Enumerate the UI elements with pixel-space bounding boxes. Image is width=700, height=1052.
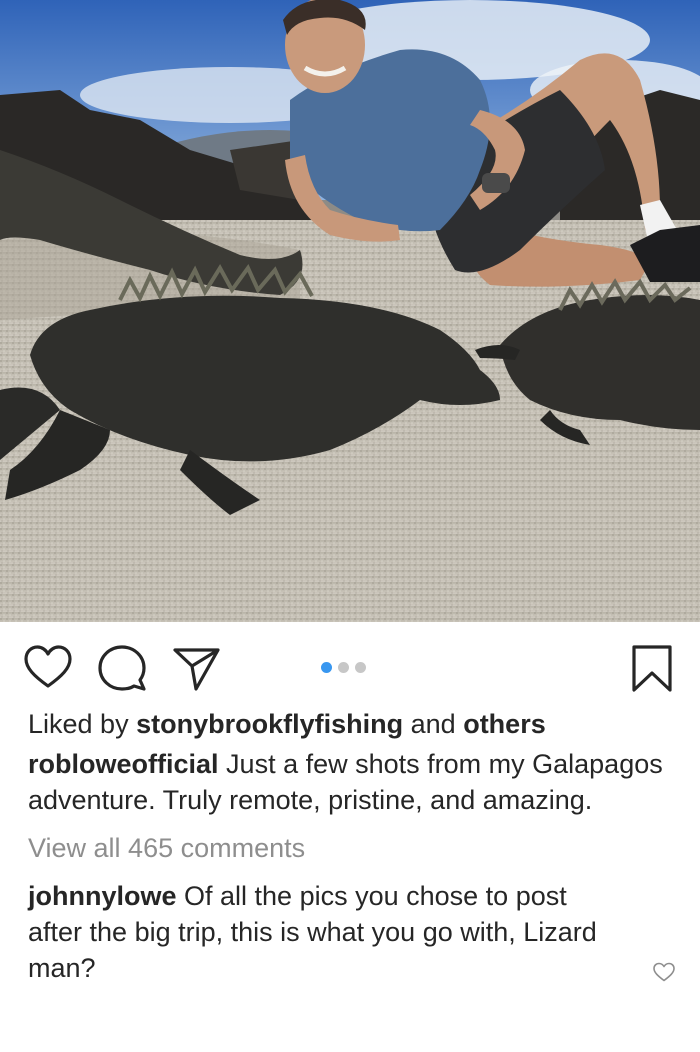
- carousel-indicator: [321, 660, 366, 674]
- view-all-comments-link[interactable]: View all 465 comments: [28, 830, 668, 866]
- post-caption: robloweofficial Just a few shots from my…: [28, 746, 668, 818]
- carousel-dot-active: [321, 661, 332, 673]
- likes-prefix: Liked by: [28, 709, 129, 739]
- paper-plane-icon[interactable]: [170, 642, 222, 694]
- heart-icon[interactable]: [22, 642, 74, 694]
- caption-username[interactable]: robloweofficial: [28, 749, 219, 779]
- likes-connector: and: [410, 709, 456, 739]
- post-image[interactable]: [0, 0, 700, 622]
- bookmark-icon[interactable]: [626, 642, 678, 694]
- liker-username[interactable]: stonybrookflyfishing: [136, 709, 403, 739]
- carousel-dot: [338, 661, 349, 673]
- likes-summary: Liked by stonybrookflyfishing and others: [28, 706, 668, 742]
- comment-username[interactable]: johnnylowe: [28, 881, 177, 911]
- small-heart-icon[interactable]: [652, 960, 676, 984]
- post-photo: [0, 0, 700, 622]
- post-action-bar: [0, 622, 700, 712]
- comment-bubble-icon[interactable]: [96, 642, 148, 694]
- comment: johnnylowe Of all the pics you chose to …: [28, 878, 598, 986]
- likes-others[interactable]: others: [463, 709, 546, 739]
- carousel-dot: [355, 661, 366, 673]
- post-details: Liked by stonybrookflyfishing and others…: [28, 706, 668, 986]
